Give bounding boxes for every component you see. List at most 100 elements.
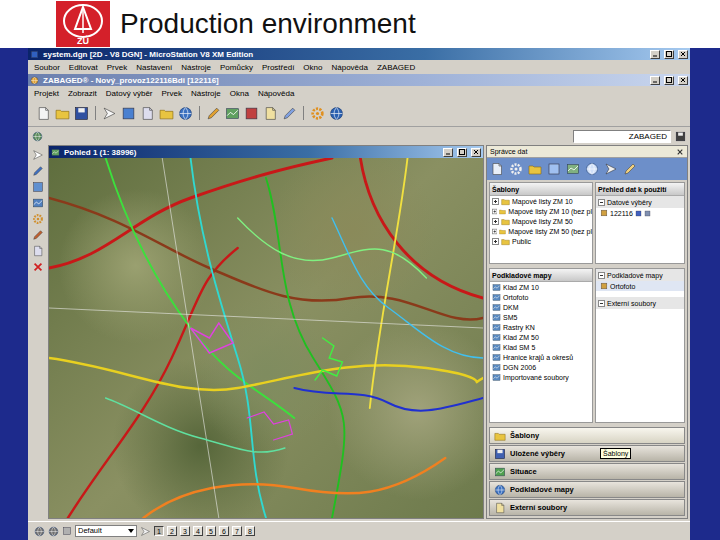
nav-button[interactable]: Šablony [489,427,685,444]
view-toggle-icon[interactable] [32,131,43,142]
layers-icon[interactable] [121,106,136,121]
delete-tool-icon[interactable] [32,261,44,273]
open-icon[interactable] [55,106,70,121]
level-manager-icon[interactable] [675,131,686,142]
template-item[interactable]: Mapové listy ZM 50 (bez pl [490,226,592,236]
forward-icon[interactable] [48,526,59,537]
info-icon[interactable] [178,106,193,121]
view-cursor-icon[interactable] [140,526,151,537]
app-menu-item[interactable]: Zobrazit [68,89,97,98]
measure-icon[interactable] [282,106,297,121]
app-menu-item[interactable]: Prvek [162,89,182,98]
visibility-icon[interactable] [635,210,642,217]
line-tool-icon[interactable] [32,165,44,177]
nav-button[interactable]: Situace [489,463,685,480]
close-button[interactable] [678,76,688,85]
select-tool-icon[interactable] [32,149,44,161]
copy-icon[interactable] [140,106,155,121]
edit-icon[interactable] [206,106,221,121]
view-button[interactable]: 5 [206,526,216,536]
base-map-item[interactable]: Importované soubory [490,372,592,382]
select-icon[interactable] [102,106,117,121]
back-icon[interactable] [34,526,45,537]
base-map-item[interactable]: Klad ZM 50 [490,332,592,342]
base-map-item[interactable]: Hranice krajů a okresů [490,352,592,362]
minimize-button[interactable] [650,50,660,59]
template-item[interactable]: Mapové listy ZM 10 [490,196,592,206]
lock-icon[interactable] [644,210,651,217]
menu-item[interactable]: Nápověda [331,63,367,72]
used-section[interactable]: Podkladové mapy [596,269,684,281]
view-button[interactable]: 1 [154,526,164,536]
view-button[interactable]: 8 [245,526,255,536]
app-menu-item[interactable]: Datový výběr [106,89,153,98]
view-button[interactable]: 7 [232,526,242,536]
collapse-icon[interactable] [598,272,605,279]
base-map-item[interactable]: DKM [490,302,592,312]
view-icon[interactable] [585,162,599,176]
view-set-select[interactable]: Default [75,525,137,537]
menu-item[interactable]: Nástroje [181,63,211,72]
folder-icon[interactable] [159,106,174,121]
maximize-button[interactable] [457,148,467,157]
modify-tool-icon[interactable] [32,229,44,241]
refresh-icon[interactable] [509,162,523,176]
base-map-item[interactable]: Klad ZM 10 [490,282,592,292]
menu-item[interactable]: ZABAGED [377,63,415,72]
tools-icon[interactable] [623,162,637,176]
collapse-icon[interactable] [598,199,605,206]
expand-icon[interactable] [492,208,497,215]
nav-button[interactable]: Podkladové mapy [489,481,685,498]
view-attributes-icon[interactable] [62,526,72,536]
copy-tool-icon[interactable] [32,245,44,257]
expand-icon[interactable] [492,238,499,245]
map-icon[interactable] [225,106,240,121]
selection-item[interactable]: 122116 [596,208,684,218]
export-icon[interactable] [604,162,618,176]
expand-icon[interactable] [492,218,499,225]
home-icon[interactable] [490,162,504,176]
help-icon[interactable] [329,106,344,121]
shape-tool-icon[interactable] [32,181,44,193]
base-map-item[interactable]: DGN 2006 [490,362,592,372]
base-map-item[interactable]: SM5 [490,312,592,322]
template-item[interactable]: Mapové listy ZM 50 [490,216,592,226]
template-item[interactable]: Public [490,236,592,246]
nav-button[interactable]: Uložené výběryŠablony [489,445,685,462]
layer-icon[interactable] [566,162,580,176]
menu-item[interactable]: Soubor [34,63,60,72]
minimize-button[interactable] [443,148,453,157]
menu-item[interactable]: Nastavení [136,63,172,72]
level-field[interactable]: ZABAGED [573,130,671,143]
used-section[interactable]: Externí soubory [596,297,684,309]
maximize-button[interactable] [664,76,674,85]
filter-icon[interactable] [547,162,561,176]
maximize-button[interactable] [664,50,674,59]
used-item[interactable]: Ortofoto [596,281,684,291]
app-menu-item[interactable]: Projekt [34,89,59,98]
overview-group[interactable]: Datové výběry [596,196,684,208]
view-button[interactable]: 6 [219,526,229,536]
fill-tool-icon[interactable] [32,213,44,225]
close-button[interactable] [471,148,481,157]
app-menu-item[interactable]: Nápověda [258,89,294,98]
view-button[interactable]: 2 [167,526,177,536]
attribute-icon[interactable] [263,106,278,121]
close-button[interactable] [678,50,688,59]
settings-icon[interactable] [310,106,325,121]
view-button[interactable]: 3 [180,526,190,536]
data-icon[interactable] [244,106,259,121]
menu-item[interactable]: Prvek [107,63,127,72]
collapse-icon[interactable] [598,300,605,307]
template-item[interactable]: Mapové listy ZM 10 (bez pl [490,206,592,216]
new-file-icon[interactable] [36,106,51,121]
minimize-button[interactable] [650,76,660,85]
menu-item[interactable]: Pomůcky [220,63,253,72]
app-menu-item[interactable]: Okna [230,89,249,98]
expand-icon[interactable] [492,228,497,235]
menu-item[interactable]: Prostředí [262,63,294,72]
base-map-item[interactable]: Ortofoto [490,292,592,302]
base-map-item[interactable]: Rastry KN [490,322,592,332]
move-tool-icon[interactable] [32,197,44,209]
base-map-item[interactable]: Klad SM 5 [490,342,592,352]
